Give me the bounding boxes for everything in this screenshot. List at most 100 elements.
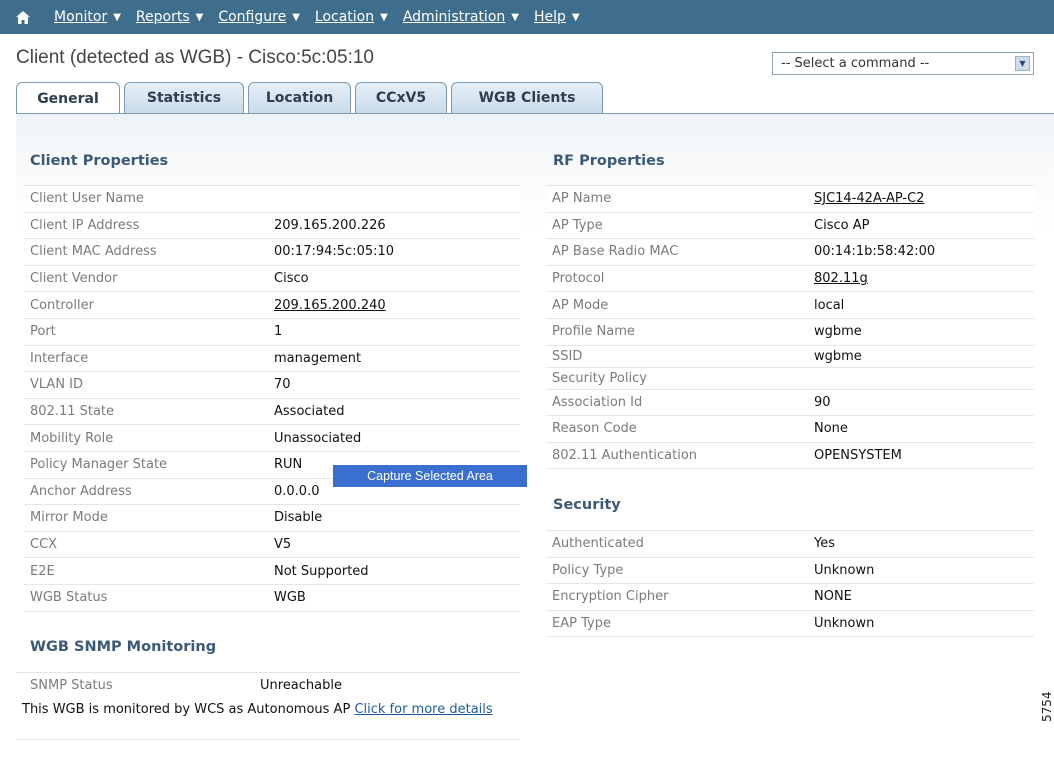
row-key: Interface: [30, 350, 89, 366]
row-key: Policy Manager State: [30, 457, 168, 473]
table-row: 802.11 Authentication OPENSYSTEM: [546, 442, 1034, 470]
row-key: AP Name: [552, 191, 612, 207]
security-table: Authenticated Yes Policy Type Unknown Encr…: [546, 530, 1034, 638]
security-title: Security: [553, 497, 621, 513]
command-select[interactable]: -- Select a command -- ▼: [772, 52, 1034, 75]
row-key: Association Id: [552, 394, 643, 410]
row-key: Encryption Cipher: [552, 589, 669, 605]
client-properties-table: Client User Name Client IP Address 209.16…: [24, 185, 520, 612]
row-value: Not Supported: [274, 563, 369, 579]
table-row: VLAN ID 70: [24, 372, 520, 399]
ap-name-link[interactable]: SJC14-42A-AP-C2: [814, 191, 924, 206]
row-key: VLAN ID: [30, 377, 84, 393]
table-row: Mirror Mode Disable: [24, 505, 520, 532]
table-row: Protocol 802.11g: [546, 265, 1034, 293]
page-title: Client (detected as WGB) - Cisco:5c:05:1…: [16, 47, 374, 68]
table-row: SNMP Status Unreachable: [16, 673, 520, 700]
row-value: Cisco: [274, 271, 309, 287]
table-row: Controller 209.165.200.240: [24, 292, 520, 319]
row-value: Unassociated: [274, 430, 362, 446]
row-value: None: [814, 421, 848, 437]
table-row: SSID wgbme: [546, 345, 1034, 368]
row-value: management: [274, 350, 362, 366]
capture-selected-area-menu-item[interactable]: Capture Selected Area: [333, 465, 527, 487]
row-key: AP Type: [552, 217, 603, 233]
row-value: wgbme: [814, 324, 862, 340]
row-key: Client MAC Address: [30, 244, 157, 260]
row-value: Unreachable: [260, 678, 342, 694]
row-value: 00:14:1b:58:42:00: [814, 244, 936, 260]
row-key: Mobility Role: [30, 430, 114, 446]
row-key: Security Policy: [552, 370, 647, 386]
table-row: 802.11 State Associated: [24, 398, 520, 426]
row-value: OPENSYSTEM: [814, 448, 902, 464]
row-key: CCX: [30, 537, 58, 553]
rf-properties-title: RF Properties: [553, 153, 665, 169]
row-key: WGB Status: [30, 590, 108, 606]
command-select-value: -- Select a command --: [781, 56, 930, 71]
table-row: AP Base Radio MAC 00:14:1b:58:42:00: [546, 239, 1034, 266]
row-key: Authenticated: [552, 536, 644, 552]
table-row: Interface management: [24, 345, 520, 373]
row-key: Profile Name: [552, 324, 635, 340]
tab-ccxv5[interactable]: CCxV5: [355, 82, 447, 113]
row-key: Controller: [30, 297, 94, 313]
menu-administration-label: Administration: [402, 9, 506, 25]
home-icon[interactable]: [6, 0, 40, 34]
top-nav-bar: Monitor ▼ Reports ▼ Configure ▼ Location…: [0, 0, 1054, 34]
menu-monitor[interactable]: Monitor ▼: [54, 9, 121, 25]
tab-wgb-clients[interactable]: WGB Clients: [451, 82, 603, 113]
menu-help[interactable]: Help ▼: [534, 9, 580, 25]
chevron-down-icon: ▼: [195, 11, 204, 23]
row-key: EAP Type: [552, 616, 611, 632]
menu-reports-label: Reports: [135, 9, 190, 25]
tab-ccxv5-label: CCxV5: [375, 90, 427, 106]
table-row: Client Vendor Cisco: [24, 265, 520, 293]
tab-location[interactable]: Location: [248, 82, 351, 113]
row-value: 00:17:94:5c:05:10: [274, 244, 395, 260]
tab-bar: General Statistics Location CCxV5 WGB Cl…: [16, 82, 607, 114]
table-row: AP Mode local: [546, 292, 1034, 319]
row-value: Unknown: [814, 562, 875, 578]
rf-properties-table: AP Name SJC14-42A-AP-C2 AP Type Cisco AP A…: [546, 185, 1034, 470]
table-row: Security Policy: [546, 367, 1034, 390]
table-row: Reason Code None: [546, 416, 1034, 443]
row-key: 802.11 Authentication: [552, 448, 698, 464]
figure-number: 5754: [1040, 691, 1054, 722]
chevron-down-icon: ▼: [380, 11, 388, 23]
client-properties-title: Client Properties: [30, 153, 169, 169]
row-value: RUN: [274, 457, 303, 473]
table-row: CCX V5: [24, 531, 520, 559]
tab-statistics[interactable]: Statistics: [124, 82, 244, 113]
row-key: AP Base Radio MAC: [552, 244, 679, 260]
row-key: Client Vendor: [30, 271, 118, 287]
row-value: Disable: [274, 510, 323, 526]
table-row: WGB Status WGB: [24, 584, 520, 612]
controller-link[interactable]: 209.165.200.240: [274, 298, 386, 313]
table-row: Authenticated Yes: [546, 531, 1034, 558]
table-row: E2E Not Supported: [24, 558, 520, 585]
chevron-down-icon[interactable]: ▼: [1015, 56, 1030, 71]
menu-administration[interactable]: Administration ▼: [403, 9, 519, 25]
row-key: 802.11 State: [30, 404, 115, 420]
chevron-down-icon: ▼: [292, 11, 300, 23]
table-row: Client User Name: [24, 186, 520, 213]
menu-location-label: Location: [314, 9, 375, 25]
row-value: WGB: [274, 590, 306, 606]
menu-location[interactable]: Location ▼: [315, 9, 388, 25]
menu-monitor-label: Monitor: [54, 9, 108, 25]
menu-configure[interactable]: Configure ▼: [218, 9, 300, 25]
protocol-link[interactable]: 802.11g: [814, 271, 868, 286]
row-value: Yes: [814, 536, 835, 552]
table-row: Association Id 90: [546, 389, 1034, 417]
row-value: 0.0.0.0: [274, 483, 320, 499]
row-key: Protocol: [552, 271, 605, 287]
menu-reports[interactable]: Reports ▼: [136, 9, 203, 25]
row-key: Client IP Address: [30, 217, 140, 233]
row-value: Unknown: [814, 616, 875, 632]
tab-general[interactable]: General: [16, 82, 120, 114]
wgb-snmp-note: This WGB is monitored by WCS as Autonomo…: [16, 698, 520, 740]
more-details-link[interactable]: Click for more details: [354, 702, 492, 717]
row-value: local: [814, 297, 845, 313]
chevron-down-icon: ▼: [113, 11, 121, 23]
